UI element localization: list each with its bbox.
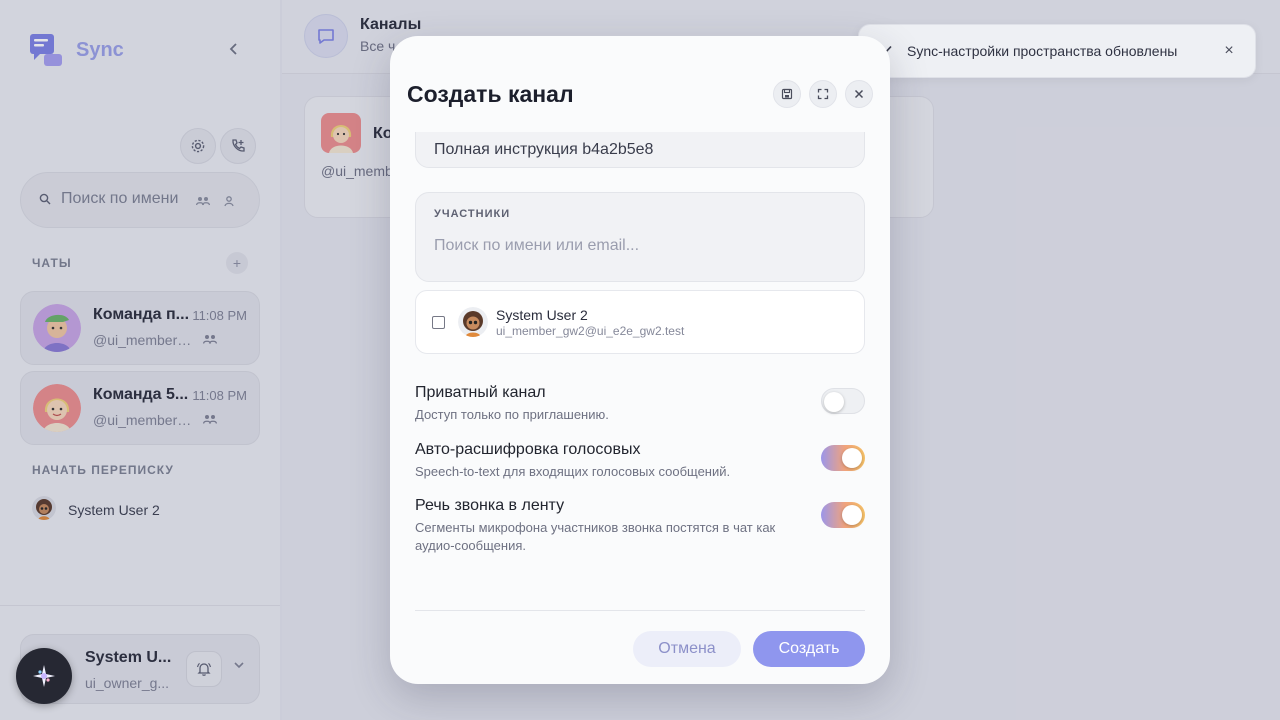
toggle-knob [842,448,862,468]
call-speech-toggle[interactable] [821,502,865,528]
toast-close-button[interactable]: × [1219,41,1239,61]
toggle-knob [842,505,862,525]
expand-button[interactable] [809,80,837,108]
save-icon [781,88,793,100]
assistant-button[interactable] [16,648,72,704]
member-option-row[interactable]: System User 2 ui_member_gw2@ui_e2e_gw2.t… [415,290,865,354]
toggle-knob [824,392,844,412]
close-icon [854,89,864,99]
create-button[interactable]: Создать [753,631,865,667]
members-search-input[interactable] [434,237,834,255]
option-title: Речь звонка в ленту [415,497,565,514]
save-draft-button[interactable] [773,80,801,108]
create-channel-modal: Создать канал Полная инструкция b4a2b5e8… [390,36,890,684]
member-email: ui_member_gw2@ui_e2e_gw2.test [496,324,685,338]
close-modal-button[interactable] [845,80,873,108]
option-description: Speech-to-text для входящих голосовых со… [415,464,731,479]
description-value: Полная инструкция b4a2b5e8 [434,141,654,158]
option-description: Сегменты микрофона участников звонка пос… [415,520,776,553]
sparkle-icon [33,665,55,687]
option-title: Авто-расшифровка голосовых [415,441,641,458]
option-call-speech-to-feed: Речь звонка в ленту Сегменты микрофона у… [415,497,865,555]
expand-icon [817,88,829,100]
auto-transcription-toggle[interactable] [821,445,865,471]
member-name: System User 2 [496,307,588,323]
option-title: Приватный канал [415,384,546,401]
description-field[interactable]: Полная инструкция b4a2b5e8 [415,132,865,168]
toast-message: Sync-настройки пространства обновлены [907,43,1178,59]
members-label: УЧАСТНИКИ [434,208,511,220]
option-description: Доступ только по приглашению. [415,407,609,422]
option-private-channel: Приватный канал Доступ только по приглаш… [415,384,865,424]
avatar [458,307,488,337]
cancel-button[interactable]: Отмена [633,631,741,667]
modal-body[interactable]: Полная инструкция b4a2b5e8 УЧАСТНИКИ Sys… [390,132,890,612]
members-field: УЧАСТНИКИ [415,192,865,282]
private-channel-toggle[interactable] [821,388,865,414]
member-checkbox[interactable] [432,316,445,329]
toast-notification: Sync-настройки пространства обновлены × [858,24,1256,78]
option-auto-transcription: Авто-расшифровка голосовых Speech-to-tex… [415,441,865,481]
footer-divider [415,610,865,611]
modal-title: Создать канал [407,81,574,107]
